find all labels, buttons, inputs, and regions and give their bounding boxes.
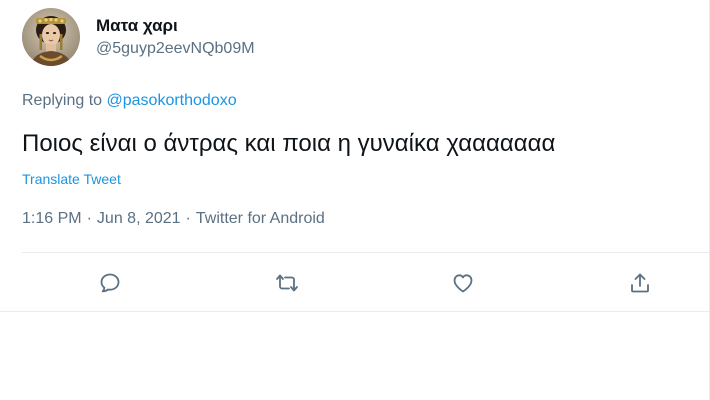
tweet-metadata: 1:16 PM · Jun 8, 2021 · Twitter for Android — [22, 210, 325, 228]
reply-icon — [100, 273, 120, 293]
user-handle[interactable]: @5guyp2eevNQb09M — [96, 38, 255, 60]
divider-bottom — [0, 311, 710, 312]
tweet-source[interactable]: Twitter for Android — [196, 210, 325, 227]
like-icon — [453, 274, 473, 293]
user-names: Ματα χαρι @5guyp2eevNQb09M — [96, 15, 255, 60]
replying-to-label: Replying to — [22, 92, 103, 109]
like-button[interactable] — [447, 267, 479, 299]
reply-button[interactable] — [94, 267, 126, 299]
retweet-icon — [276, 274, 298, 292]
meta-separator: · — [86, 210, 92, 227]
replying-to-line: Replying to @pasokorthodoxo — [22, 92, 237, 110]
display-name[interactable]: Ματα χαρι — [96, 15, 255, 37]
reply-mention-link[interactable]: @pasokorthodoxo — [107, 92, 237, 109]
tweet-time[interactable]: 1:16 PM — [22, 210, 82, 227]
avatar[interactable] — [22, 8, 80, 66]
translate-tweet-link[interactable]: Translate Tweet — [22, 171, 121, 187]
meta-separator: · — [185, 210, 191, 227]
retweet-button[interactable] — [271, 267, 303, 299]
divider-top — [22, 252, 710, 253]
tweet-header: Ματα χαρι @5guyp2eevNQb09M — [22, 8, 255, 66]
share-button[interactable] — [624, 267, 656, 299]
tweet-text: Ποιος είναι ο άντρας και ποια η γυναίκα … — [22, 130, 556, 157]
tweet-date[interactable]: Jun 8, 2021 — [97, 210, 181, 227]
tweet-detail: Ματα χαρι @5guyp2eevNQb09M Replying to @… — [0, 0, 710, 400]
action-bar — [0, 256, 709, 311]
share-icon — [631, 273, 649, 293]
